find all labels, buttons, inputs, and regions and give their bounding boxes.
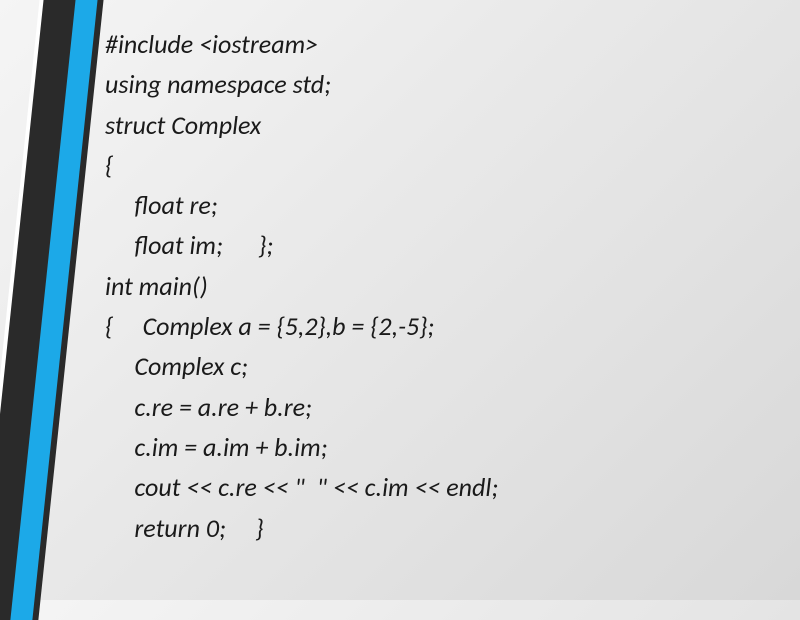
code-line: struct Complex xyxy=(105,105,498,145)
code-block: #include <iostream> using namespace std;… xyxy=(105,24,498,548)
code-line: { xyxy=(105,145,498,185)
code-line: #include <iostream> xyxy=(105,24,498,64)
code-line: using namespace std; xyxy=(105,64,498,104)
decorative-stripes xyxy=(0,0,100,600)
code-line: return 0; } xyxy=(105,508,498,548)
code-line: float im; }; xyxy=(105,225,498,265)
code-line: c.re = a.re + b.re; xyxy=(105,387,498,427)
code-line: cout << c.re << " " << c.im << endl; xyxy=(105,467,498,507)
code-line: c.im = a.im + b.im; xyxy=(105,427,498,467)
code-line: int main() xyxy=(105,266,498,306)
code-line: { Complex a = {5,2},b = {2,-5}; xyxy=(105,306,498,346)
code-line: float re; xyxy=(105,185,498,225)
code-line: Complex c; xyxy=(105,346,498,386)
